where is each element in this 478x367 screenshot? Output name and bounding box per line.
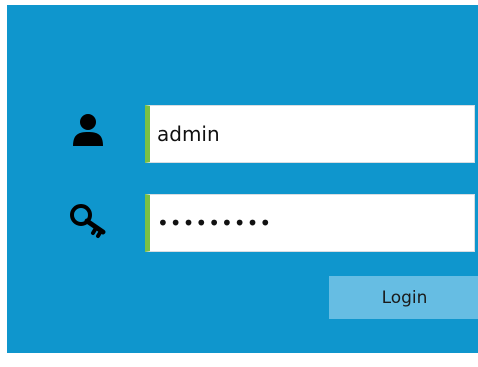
username-input[interactable]	[150, 106, 474, 162]
login-panel: Login	[7, 5, 478, 353]
password-field[interactable]	[145, 194, 475, 252]
login-button[interactable]: Login	[329, 276, 478, 319]
username-field[interactable]	[145, 105, 475, 163]
key-icon	[70, 204, 106, 238]
password-input[interactable]	[150, 195, 474, 251]
user-icon	[73, 114, 103, 146]
login-window: Login	[0, 0, 478, 367]
